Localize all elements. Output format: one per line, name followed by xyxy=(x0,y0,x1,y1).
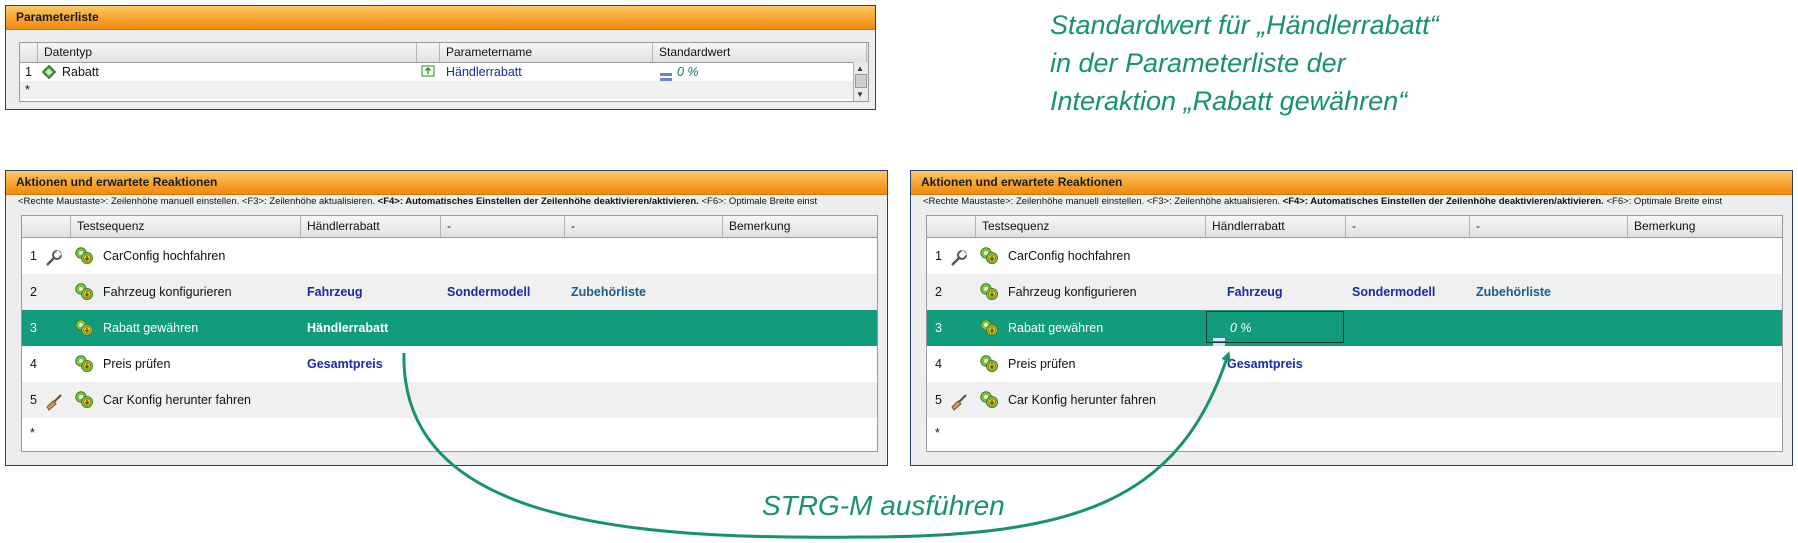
hint-text: <Rechte Maustaste>: Zeilenhöhe manuell e… xyxy=(18,196,818,207)
new-row[interactable]: * xyxy=(22,418,877,448)
column-header-param2[interactable]: - xyxy=(441,216,565,237)
column-header-remark[interactable]: Bemerkung xyxy=(723,216,877,237)
equals-icon xyxy=(1213,324,1225,346)
scroll-down-icon[interactable]: ▼ xyxy=(856,90,864,99)
param-link[interactable]: Fahrzeug xyxy=(1227,274,1283,310)
new-row[interactable]: * xyxy=(927,418,1782,448)
param-link[interactable]: Gesamtpreis xyxy=(307,346,383,382)
scroll-thumb[interactable] xyxy=(855,74,867,88)
gear-icon xyxy=(74,246,94,266)
column-header-param3[interactable]: - xyxy=(565,216,723,237)
gear-icon xyxy=(979,354,999,374)
column-header-datatype[interactable]: Datentyp xyxy=(38,43,417,62)
gear-icon xyxy=(74,282,94,302)
table-row[interactable]: 1 CarConfig hochfahren xyxy=(927,238,1782,274)
table-row-selected[interactable]: 3 Rabatt gewähren 0 % xyxy=(927,310,1782,346)
panel-title: Aktionen und erwartete Reaktionen xyxy=(911,171,1792,195)
param-link[interactable]: Gesamtpreis xyxy=(1227,346,1303,382)
column-header-testsequence[interactable]: Testsequenz xyxy=(976,216,1206,237)
table-row[interactable]: 5 Car Konfig herunter fahren xyxy=(22,382,877,418)
broom-icon xyxy=(44,390,64,411)
new-row[interactable]: * xyxy=(20,81,868,99)
gear-icon xyxy=(74,354,94,374)
column-header-remark[interactable]: Bemerkung xyxy=(1628,216,1782,237)
table-row[interactable]: 1 Rabatt Händlerrabatt 0 % xyxy=(20,63,868,81)
actions-table: Testsequenz Händlerrabatt - - Bemerkung … xyxy=(21,215,878,452)
gear-icon xyxy=(74,390,94,410)
table-row[interactable]: 2 Fahrzeug konfigurieren Fahrzeug Sonder… xyxy=(927,274,1782,310)
param-link[interactable]: Händlerrabatt xyxy=(307,310,388,346)
annotation-default-value: Standardwert für „Händlerrabatt“ in der … xyxy=(1050,10,1439,116)
equals-icon xyxy=(660,68,672,81)
column-header-parametername[interactable]: Parametername xyxy=(440,43,653,62)
table-row[interactable]: 5 Car Konfig herunter fahren xyxy=(927,382,1782,418)
scroll-up-icon[interactable]: ▲ xyxy=(856,64,864,73)
table-row[interactable]: 1 CarConfig hochfahren xyxy=(22,238,877,274)
table-row[interactable]: 2 Fahrzeug konfigurieren Fahrzeug Sonder… xyxy=(22,274,877,310)
gear-icon xyxy=(979,390,999,410)
column-header-param3[interactable]: - xyxy=(1470,216,1628,237)
column-header-dealer-discount[interactable]: Händlerrabatt xyxy=(1206,216,1346,237)
column-header-param2[interactable]: - xyxy=(1346,216,1470,237)
diamond-icon xyxy=(41,64,57,80)
param-link[interactable]: Sondermodell xyxy=(1352,274,1435,310)
wrench-icon xyxy=(949,246,969,266)
parameter-name-value[interactable]: Händlerrabatt xyxy=(446,63,522,81)
gear-icon xyxy=(74,318,94,338)
actions-table: Testsequenz Händlerrabatt - - Bemerkung … xyxy=(926,215,1783,452)
table-row-selected[interactable]: 3 Rabatt gewähren Händlerrabatt xyxy=(22,310,877,346)
column-header-defaultvalue[interactable]: Standardwert xyxy=(653,43,867,62)
default-value[interactable]: 0 % xyxy=(677,63,699,81)
hint-text: <Rechte Maustaste>: Zeilenhöhe manuell e… xyxy=(923,196,1723,207)
param-link[interactable]: Sondermodell xyxy=(447,274,530,310)
param-link[interactable]: Fahrzeug xyxy=(307,274,363,310)
parameter-table: Datentyp Parametername Standardwert 1 Ra… xyxy=(19,42,869,102)
parameter-list-panel: Parameterliste Datentyp Parametername St… xyxy=(5,5,876,110)
gear-icon xyxy=(979,318,999,338)
active-cell[interactable]: 0 % xyxy=(1206,311,1344,346)
table-row[interactable]: 4 Preis prüfen Gesamtpreis xyxy=(927,346,1782,382)
panel-title: Aktionen und erwartete Reaktionen xyxy=(6,171,887,195)
panel-title: Parameterliste xyxy=(6,6,875,30)
gear-icon xyxy=(979,282,999,302)
actions-panel-right: Aktionen und erwartete Reaktionen <Recht… xyxy=(910,170,1793,466)
gear-icon xyxy=(979,246,999,266)
wrench-icon xyxy=(44,246,64,266)
datatype-value: Rabatt xyxy=(62,65,99,79)
broom-icon xyxy=(949,390,969,411)
table-header: Testsequenz Händlerrabatt - - Bemerkung xyxy=(22,216,877,238)
table-header: Testsequenz Händlerrabatt - - Bemerkung xyxy=(927,216,1782,238)
reference-icon[interactable] xyxy=(421,64,435,78)
table-header: Datentyp Parametername Standardwert xyxy=(20,43,868,63)
actions-panel-left: Aktionen und erwartete Reaktionen <Recht… xyxy=(5,170,888,466)
default-value: 0 % xyxy=(1230,321,1252,335)
param-link[interactable]: Zubehörliste xyxy=(571,274,646,310)
row-number: 1 xyxy=(25,65,32,79)
column-header-dealer-discount[interactable]: Händlerrabatt xyxy=(301,216,441,237)
param-link[interactable]: Zubehörliste xyxy=(1476,274,1551,310)
table-row[interactable]: 4 Preis prüfen Gesamtpreis xyxy=(22,346,877,382)
column-header-testsequence[interactable]: Testsequenz xyxy=(71,216,301,237)
vertical-scrollbar[interactable]: ▲ ▼ xyxy=(853,62,868,101)
annotation-shortcut: STRG-M ausführen xyxy=(762,490,1005,521)
